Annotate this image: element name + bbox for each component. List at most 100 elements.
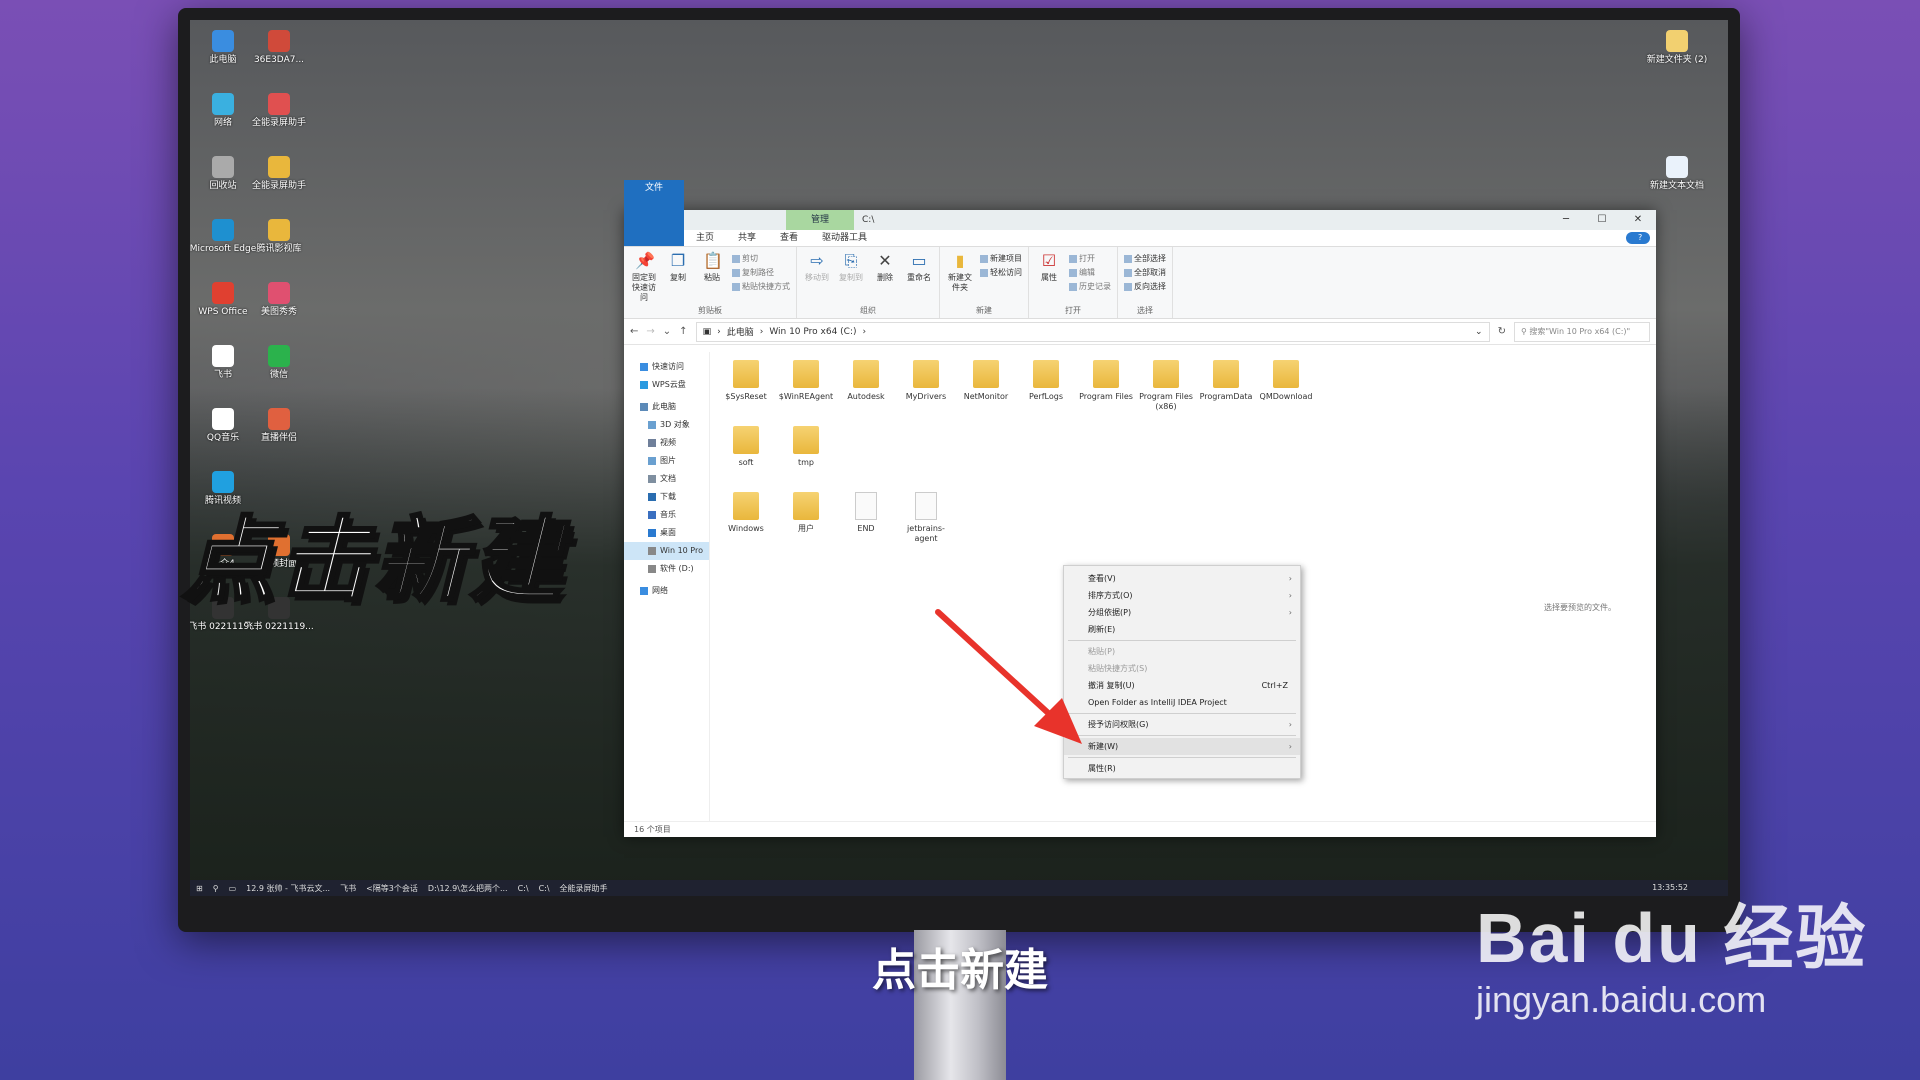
open-button[interactable]: 打开 bbox=[1069, 253, 1111, 264]
tab-drive-tools[interactable]: 驱动器工具 bbox=[810, 230, 879, 246]
nav-item[interactable]: 软件 (D:) bbox=[624, 560, 709, 578]
nav-item[interactable]: 视频 bbox=[624, 434, 709, 452]
address-bar[interactable]: ▣ › 此电脑 › Win 10 Pro x64 (C:) › ⌄ bbox=[695, 321, 1490, 342]
nav-item[interactable]: 下载 bbox=[624, 488, 709, 506]
breadcrumb-c-drive[interactable]: Win 10 Pro x64 (C:) bbox=[769, 327, 856, 337]
rename-button[interactable]: ▭ 重命名 bbox=[905, 251, 933, 304]
help-icon[interactable]: ? bbox=[1626, 232, 1650, 244]
nav-item[interactable]: 桌面 bbox=[624, 524, 709, 542]
desktop-icon[interactable]: 全能录屏助手 bbox=[244, 93, 314, 129]
folder-item[interactable]: $WinREAgent bbox=[776, 360, 836, 426]
history-button[interactable]: 历史记录 bbox=[1069, 281, 1111, 292]
context-menu-item[interactable]: 粘贴快捷方式(S) bbox=[1064, 660, 1300, 677]
nav-item[interactable]: 音乐 bbox=[624, 506, 709, 524]
close-button[interactable]: ✕ bbox=[1620, 210, 1656, 230]
context-menu-item[interactable]: 分组依据(P) › bbox=[1064, 604, 1300, 621]
windows-start-icon[interactable]: ⊞ bbox=[196, 884, 203, 893]
tab-home[interactable]: 主页 bbox=[684, 230, 726, 246]
move-to-button[interactable]: ⇨ 移动到 bbox=[803, 251, 831, 304]
folder-item[interactable]: tmp bbox=[776, 426, 836, 492]
context-menu-item[interactable]: 查看(V) › bbox=[1064, 570, 1300, 587]
context-menu-item[interactable]: 排序方式(O) › bbox=[1064, 587, 1300, 604]
file-name: END bbox=[857, 524, 875, 533]
easy-access-button[interactable]: 轻松访问 bbox=[980, 267, 1022, 278]
invert-selection-button[interactable]: 反向选择 bbox=[1124, 281, 1166, 292]
select-none-button[interactable]: 全部取消 bbox=[1124, 267, 1166, 278]
address-dropdown-icon[interactable]: ⌄ bbox=[1475, 327, 1483, 337]
context-menu-item[interactable]: 新建(W) › bbox=[1064, 738, 1300, 755]
new-folder-button[interactable]: ▮ 新建文件夹 bbox=[946, 251, 974, 304]
nav-item[interactable]: WPS云盘 bbox=[624, 376, 709, 394]
taskbar-item[interactable]: C:\ bbox=[518, 884, 529, 893]
paste-shortcut-button[interactable]: 粘贴快捷方式 bbox=[732, 281, 790, 292]
refresh-icon[interactable]: ↻ bbox=[1498, 326, 1506, 337]
nav-item[interactable]: 此电脑 bbox=[624, 398, 709, 416]
desktop-icon[interactable]: 微信 bbox=[244, 345, 314, 381]
tab-manage[interactable]: 管理 bbox=[786, 210, 854, 230]
pin-quick-access-button[interactable]: 📌 固定到快速访问 bbox=[630, 251, 658, 304]
folder-item[interactable]: $SysReset bbox=[716, 360, 776, 426]
desktop-icon[interactable]: 新建文件夹 (2) bbox=[1642, 30, 1712, 66]
folder-item[interactable]: Program Files (x86) bbox=[1136, 360, 1196, 426]
context-menu-item[interactable]: 粘贴(P) bbox=[1064, 643, 1300, 660]
taskbar-item[interactable]: C:\ bbox=[539, 884, 550, 893]
tab-file[interactable]: 文件 bbox=[624, 180, 684, 246]
search-icon[interactable]: ⚲ bbox=[213, 884, 219, 893]
context-menu-item[interactable]: 刷新(E) bbox=[1064, 621, 1300, 638]
recent-chevron-icon[interactable]: ⌄ bbox=[663, 326, 671, 337]
search-input[interactable]: ⚲ 搜索"Win 10 Pro x64 (C:)" bbox=[1513, 321, 1650, 342]
breadcrumb-this-pc[interactable]: 此电脑 bbox=[727, 325, 754, 338]
context-menu-item[interactable]: 撤消 复制(U) Ctrl+Z bbox=[1064, 677, 1300, 694]
taskbar-item[interactable]: 全能录屏助手 bbox=[560, 883, 608, 894]
taskbar-item[interactable]: <隔等3个会话 bbox=[366, 883, 418, 894]
folder-item[interactable]: Autodesk bbox=[836, 360, 896, 426]
paste-button[interactable]: 📋 粘贴 bbox=[698, 251, 726, 304]
taskbar-item[interactable]: 飞书 bbox=[340, 883, 356, 894]
select-all-button[interactable]: 全部选择 bbox=[1124, 253, 1166, 264]
tab-share[interactable]: 共享 bbox=[726, 230, 768, 246]
desktop-icon[interactable]: 美图秀秀 bbox=[244, 282, 314, 318]
nav-item[interactable]: 网络 bbox=[624, 582, 709, 600]
desktop-icon[interactable]: 直播伴侣 bbox=[244, 408, 314, 444]
desktop-icon[interactable]: 腾讯影视库 bbox=[244, 219, 314, 255]
context-menu-item[interactable]: Open Folder as IntelliJ IDEA Project bbox=[1064, 694, 1300, 711]
folder-item[interactable]: PerfLogs bbox=[1016, 360, 1076, 426]
cut-button[interactable]: 剪切 bbox=[732, 253, 790, 264]
nav-item[interactable]: 快速访问 bbox=[624, 358, 709, 376]
copy-path-button[interactable]: 复制路径 bbox=[732, 267, 790, 278]
maximize-button[interactable]: ☐ bbox=[1584, 210, 1620, 230]
nav-item[interactable]: Win 10 Pro bbox=[624, 542, 709, 560]
new-item-button[interactable]: 新建项目 bbox=[980, 253, 1022, 264]
desktop-icon[interactable]: 36E3DA7... bbox=[244, 30, 314, 66]
nav-item[interactable]: 3D 对象 bbox=[624, 416, 709, 434]
delete-button[interactable]: ✕ 删除 bbox=[871, 251, 899, 304]
folder-item[interactable]: soft bbox=[716, 426, 776, 492]
taskbar-item[interactable]: D:\12.9\怎么把两个... bbox=[428, 883, 508, 894]
folder-item[interactable]: QMDownload bbox=[1256, 360, 1316, 426]
taskbar-item[interactable]: 12.9 张帅 - 飞书云文... bbox=[246, 883, 330, 894]
tab-view[interactable]: 查看 bbox=[768, 230, 810, 246]
edit-button[interactable]: 编辑 bbox=[1069, 267, 1111, 278]
nav-item[interactable]: 文档 bbox=[624, 470, 709, 488]
copy-button[interactable]: ❐ 复制 bbox=[664, 251, 692, 304]
forward-arrow-icon[interactable]: → bbox=[646, 326, 654, 337]
properties-button[interactable]: ☑ 属性 bbox=[1035, 251, 1063, 304]
minimize-button[interactable]: ─ bbox=[1548, 210, 1584, 230]
up-arrow-icon[interactable]: ↑ bbox=[679, 326, 687, 337]
folder-item[interactable]: Windows bbox=[716, 492, 776, 558]
nav-item[interactable]: 图片 bbox=[624, 452, 709, 470]
context-menu-item[interactable]: 属性(R) bbox=[1064, 760, 1300, 777]
back-arrow-icon[interactable]: ← bbox=[630, 326, 638, 337]
folder-item[interactable]: Program Files bbox=[1076, 360, 1136, 426]
task-view-icon[interactable]: ▭ bbox=[229, 884, 237, 893]
desktop-icon[interactable]: 新建文本文档 bbox=[1642, 156, 1712, 192]
folder-item[interactable]: 用户 bbox=[776, 492, 836, 558]
folder-item[interactable]: ProgramData bbox=[1196, 360, 1256, 426]
folder-item[interactable]: NetMonitor bbox=[956, 360, 1016, 426]
copy-to-button[interactable]: ⎘ 复制到 bbox=[837, 251, 865, 304]
context-menu-item[interactable]: 授予访问权限(G) › bbox=[1064, 716, 1300, 733]
desktop-icon[interactable]: 全能录屏助手 bbox=[244, 156, 314, 192]
folder-item[interactable]: MyDrivers bbox=[896, 360, 956, 426]
file-item[interactable]: END bbox=[836, 492, 896, 558]
file-item[interactable]: jetbrains-agent bbox=[896, 492, 956, 558]
